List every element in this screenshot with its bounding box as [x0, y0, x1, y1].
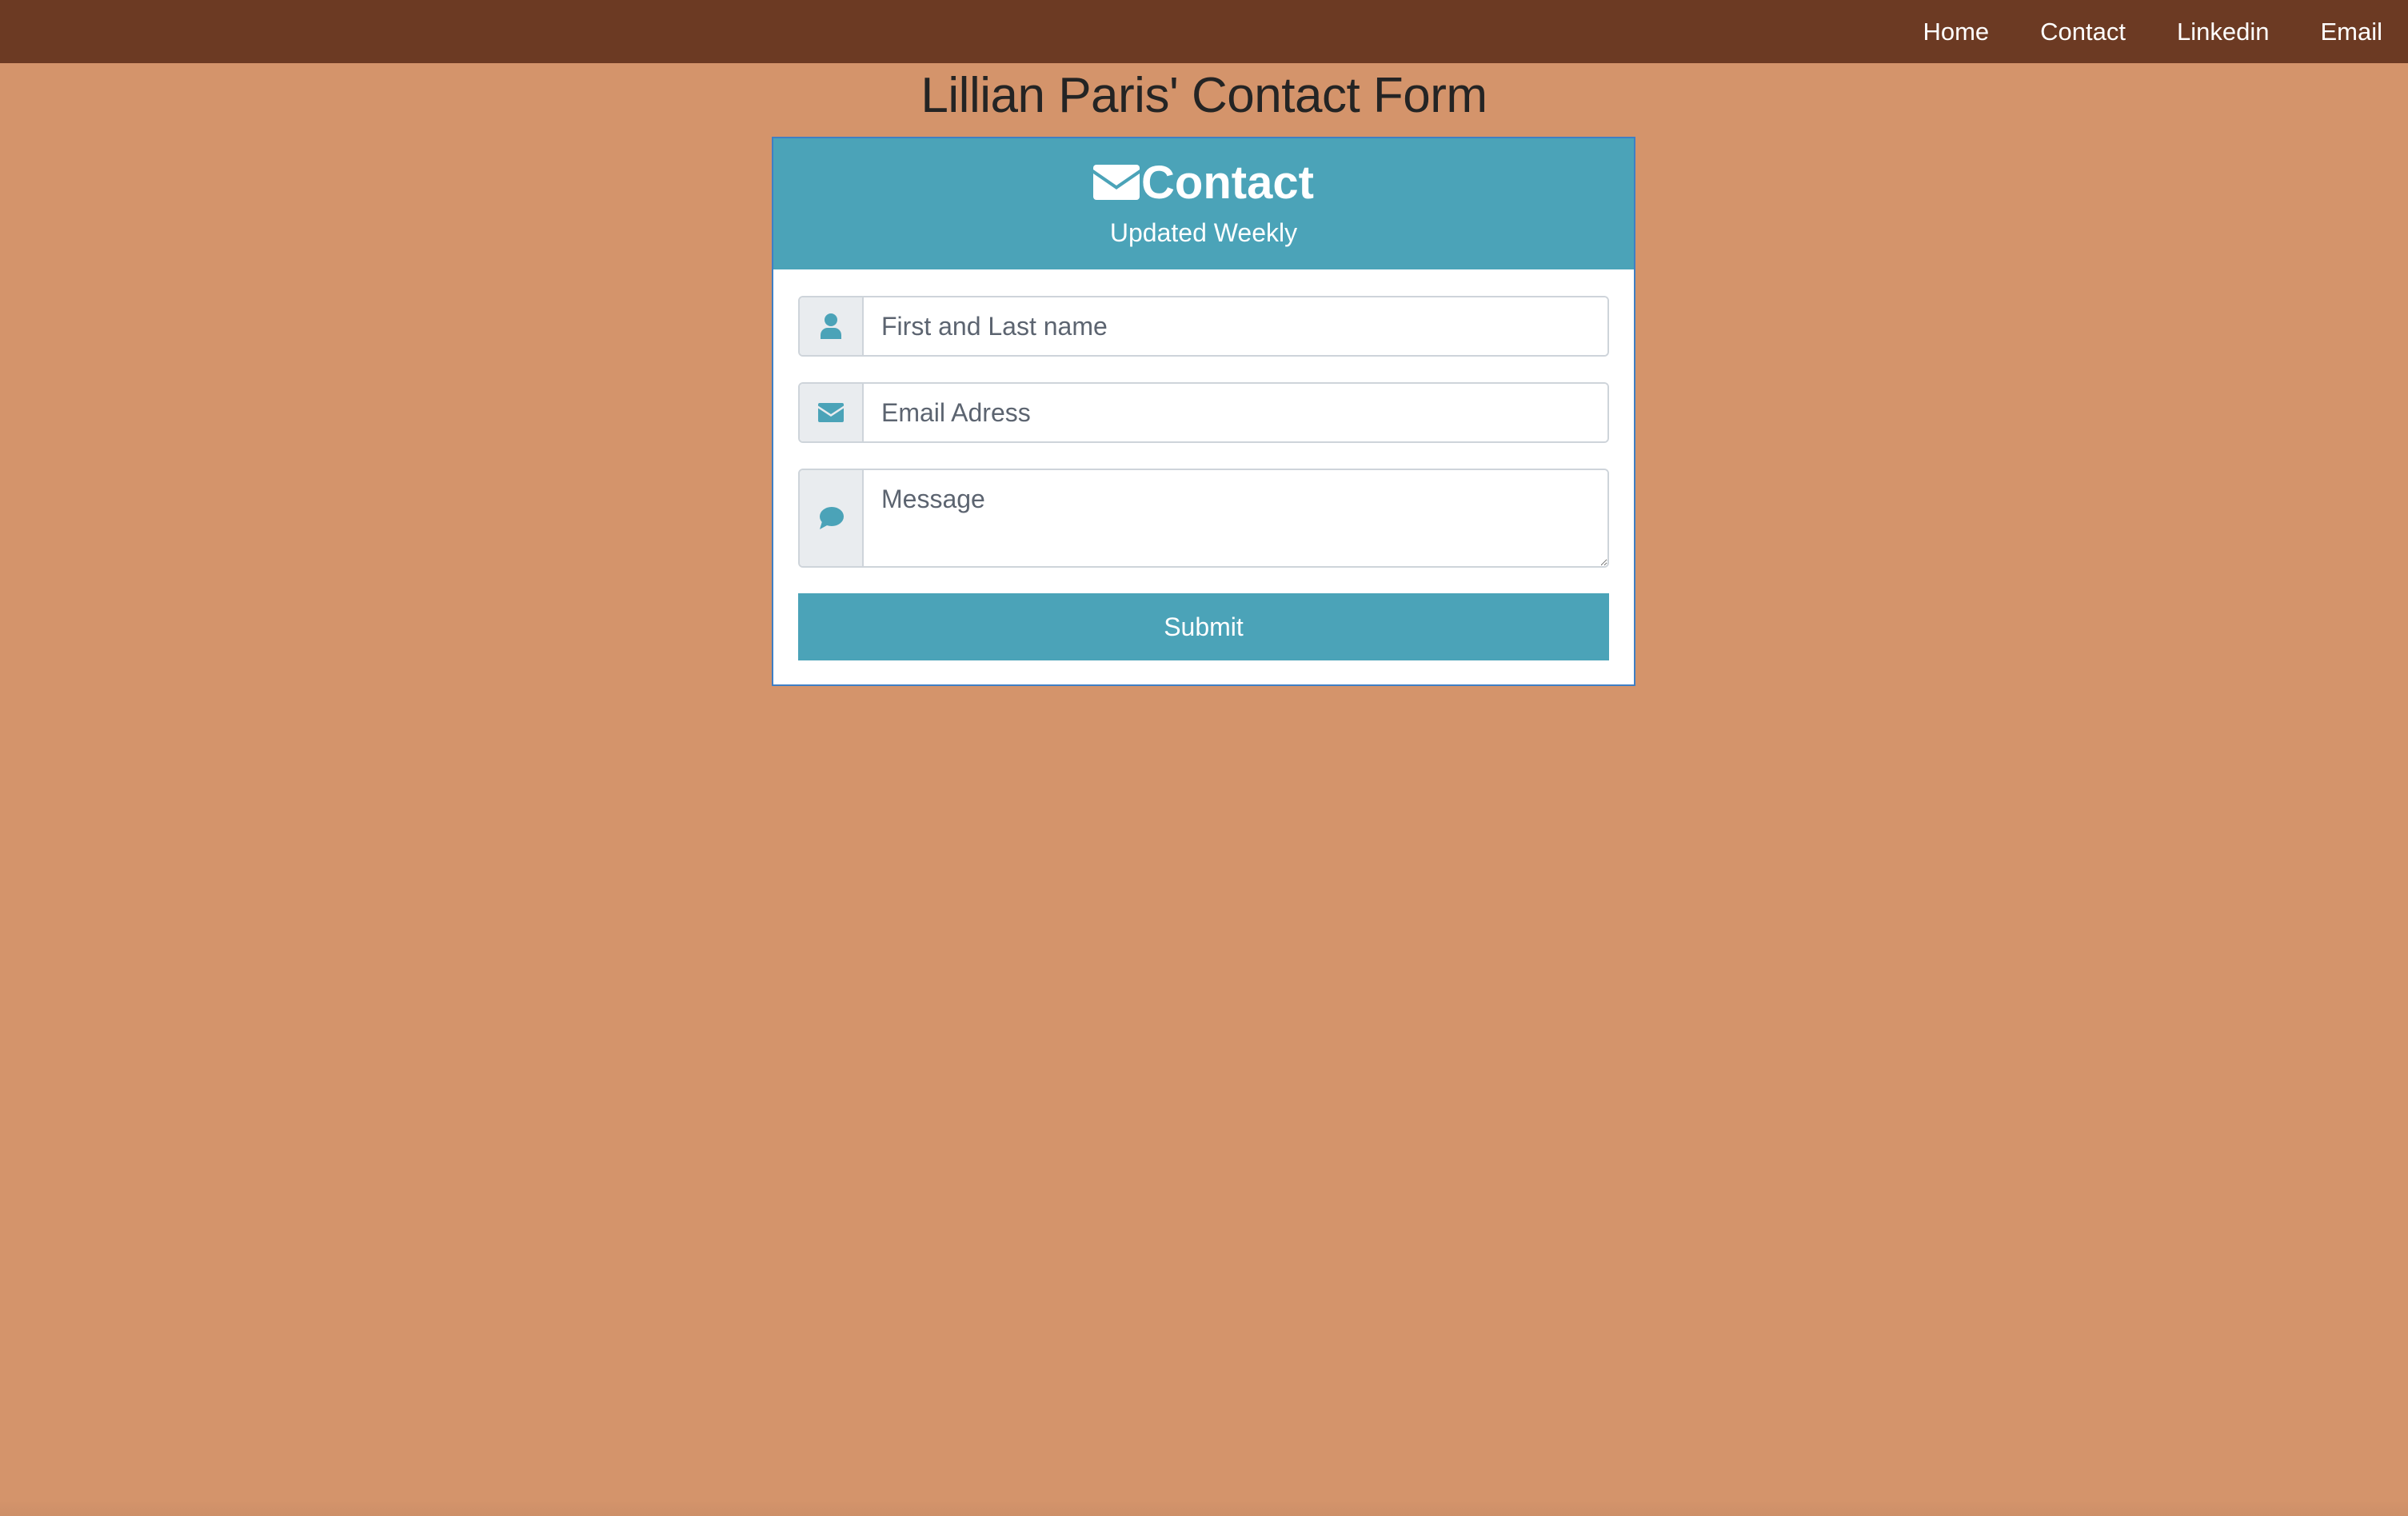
envelope-icon — [1093, 165, 1140, 200]
name-addon — [800, 297, 864, 355]
email-input-group — [798, 382, 1609, 443]
message-field[interactable] — [864, 470, 1607, 566]
card-header: Contact Updated Weekly — [773, 138, 1634, 269]
message-input-group — [798, 469, 1609, 568]
message-addon — [800, 470, 864, 566]
name-field[interactable] — [864, 297, 1607, 355]
nav-link-home[interactable]: Home — [1923, 18, 1989, 46]
user-icon — [821, 313, 841, 339]
contact-card: Contact Updated Weekly First and Last na… — [772, 137, 1635, 686]
card-heading: Contact — [773, 153, 1634, 212]
nav-link-email[interactable]: Email — [2320, 18, 2382, 46]
card-heading-text: Contact — [1141, 156, 1314, 209]
envelope-icon — [818, 403, 844, 422]
page-title: Lillian Paris' Contact Form — [920, 68, 1488, 123]
submit-button[interactable]: Submit — [798, 593, 1609, 660]
nav-link-contact[interactable]: Contact — [2040, 18, 2126, 46]
email-field[interactable] — [864, 384, 1607, 441]
nav-link-linkedin[interactable]: Linkedin — [2177, 18, 2269, 46]
card-subtitle: Updated Weekly — [1109, 218, 1298, 247]
nav-links: Home Contact Linkedin Email — [1923, 0, 2382, 63]
email-addon — [800, 384, 864, 441]
page-bottom-edge — [0, 1500, 2408, 1516]
name-input-group — [798, 296, 1609, 357]
top-navbar: Home Contact Linkedin Email — [0, 0, 2408, 63]
comment-icon — [818, 506, 844, 530]
